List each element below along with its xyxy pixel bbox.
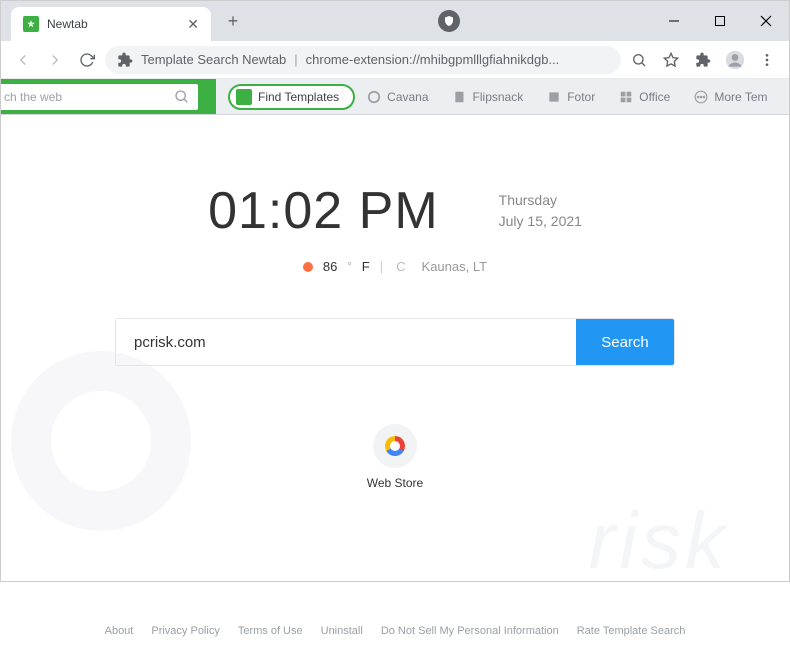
- tab-title: Newtab: [47, 17, 179, 31]
- toolbar-link-more[interactable]: More Tem: [682, 79, 779, 115]
- search-row: Search: [1, 318, 789, 366]
- watermark-text: risk: [589, 495, 729, 587]
- square-icon: [547, 90, 561, 104]
- bookmark-star-icon[interactable]: [657, 46, 685, 74]
- template-icon: [236, 89, 252, 105]
- omnibox-url: chrome-extension://mhibgpmlllgfiahnikdgb…: [306, 52, 560, 67]
- chrome-icon: [385, 436, 405, 456]
- day-label: Thursday: [499, 190, 582, 211]
- footer-uninstall[interactable]: Uninstall: [321, 625, 363, 637]
- minimize-button[interactable]: [651, 1, 697, 41]
- tab-favicon: [23, 16, 39, 32]
- shield-badge[interactable]: [438, 10, 460, 32]
- sun-icon: [303, 262, 313, 272]
- footer-privacy[interactable]: Privacy Policy: [151, 625, 219, 637]
- omnibox-title: Template Search Newtab: [141, 52, 286, 67]
- search-box: Search: [115, 318, 675, 366]
- degree-symbol: °: [347, 261, 351, 273]
- shortcut-webstore[interactable]: Web Store: [367, 424, 423, 490]
- toolbar-search-placeholder: ch the web: [4, 90, 174, 104]
- shortcut-label: Web Store: [367, 476, 423, 490]
- date-label: July 15, 2021: [499, 211, 582, 232]
- shortcut-icon-wrap: [373, 424, 417, 468]
- unit-celsius[interactable]: C: [396, 259, 405, 274]
- search-input[interactable]: [116, 319, 576, 365]
- weather-row: 86 ° F | C Kaunas, LT: [1, 259, 789, 274]
- clock-row: 01:02 PM Thursday July 15, 2021: [1, 181, 789, 241]
- unit-separator: |: [380, 259, 383, 274]
- new-tab-button[interactable]: +: [219, 7, 247, 35]
- temperature: 86: [323, 259, 337, 274]
- extension-toolbar: ch the web Find Templates Cavana Flipsna…: [1, 79, 789, 115]
- profile-icon[interactable]: [721, 46, 749, 74]
- footer-rate[interactable]: Rate Template Search: [577, 625, 686, 637]
- footer-terms[interactable]: Terms of Use: [238, 625, 303, 637]
- circle-icon: [367, 90, 381, 104]
- tab-close-icon[interactable]: ✕: [187, 16, 199, 33]
- find-templates-button[interactable]: Find Templates: [228, 84, 355, 110]
- toolbar-link-office[interactable]: Office: [607, 79, 682, 115]
- omnibox-separator: |: [294, 52, 297, 67]
- main-content: risk 01:02 PM Thursday July 15, 2021 86 …: [1, 181, 789, 647]
- footer-about[interactable]: About: [105, 625, 134, 637]
- search-icon[interactable]: [625, 46, 653, 74]
- omnibox[interactable]: Template Search Newtab | chrome-extensio…: [105, 46, 621, 74]
- date-block: Thursday July 15, 2021: [499, 190, 582, 232]
- titlebar: Newtab ✕ +: [1, 1, 789, 41]
- address-bar: Template Search Newtab | chrome-extensio…: [1, 41, 789, 79]
- grid-icon: [619, 90, 633, 104]
- forward-button[interactable]: [41, 46, 69, 74]
- toolbar-link-fotor[interactable]: Fotor: [535, 79, 607, 115]
- location-label: Kaunas, LT: [422, 259, 488, 274]
- shortcuts: Web Store: [1, 424, 789, 490]
- toolbar-link-cavana[interactable]: Cavana: [355, 79, 440, 115]
- toolbar-search-wrap: ch the web: [1, 79, 216, 115]
- search-button[interactable]: Search: [576, 319, 674, 365]
- unit-fahrenheit[interactable]: F: [362, 259, 370, 274]
- extension-icon: [117, 52, 133, 68]
- find-templates-label: Find Templates: [258, 90, 339, 104]
- back-button[interactable]: [9, 46, 37, 74]
- footer-dns[interactable]: Do Not Sell My Personal Information: [381, 625, 559, 637]
- footer-links: About Privacy Policy Terms of Use Uninst…: [1, 625, 789, 637]
- clock-time: 01:02 PM: [208, 181, 439, 241]
- maximize-button[interactable]: [697, 1, 743, 41]
- search-icon: [174, 89, 190, 105]
- toolbar-link-flipsnack[interactable]: Flipsnack: [441, 79, 536, 115]
- reload-button[interactable]: [73, 46, 101, 74]
- extensions-icon[interactable]: [689, 46, 717, 74]
- window-controls: [651, 1, 789, 41]
- page-icon: [453, 90, 467, 104]
- close-window-button[interactable]: [743, 1, 789, 41]
- menu-icon[interactable]: [753, 46, 781, 74]
- browser-tab[interactable]: Newtab ✕: [11, 7, 211, 41]
- toolbar-search[interactable]: ch the web: [1, 84, 198, 110]
- more-icon: [694, 90, 708, 104]
